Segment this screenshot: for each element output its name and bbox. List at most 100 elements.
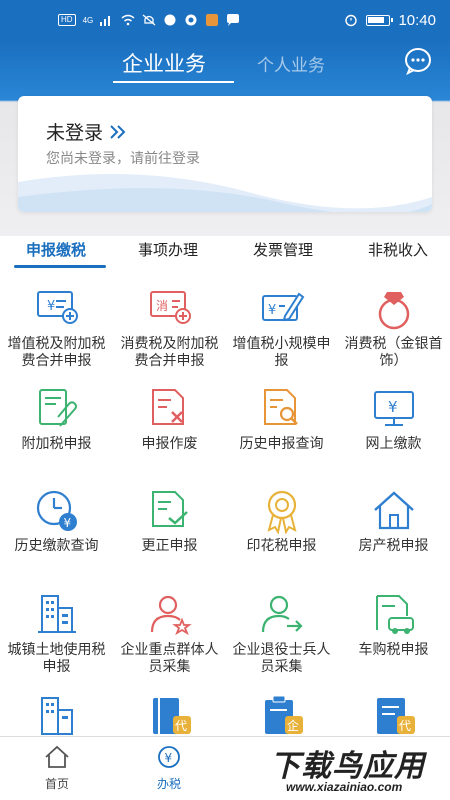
svg-text:¥: ¥	[388, 398, 398, 416]
tab-personal-business[interactable]: 个人业务	[257, 51, 325, 76]
svg-text:代: 代	[399, 719, 411, 733]
grid-item-label: 消费税（金银首饰）	[344, 335, 443, 368]
doc-dai-icon: 代	[376, 698, 415, 734]
grid-item-label: 印花税申报	[246, 537, 317, 553]
grid-item-label: 车购税申报	[358, 641, 429, 657]
section-tab-affairs[interactable]: 事项办理	[138, 239, 198, 260]
search-doc-icon	[263, 389, 298, 425]
grid-item-label: 房产税申报	[358, 537, 429, 553]
message-icon	[227, 14, 240, 26]
grid-item-label: 消费税及附加税费合并申报	[120, 335, 219, 368]
svg-text:¥: ¥	[165, 751, 173, 765]
grid-item-row5-2[interactable]: 代	[113, 694, 226, 736]
grid-item-key-group-collection[interactable]: 企业重点群体人员采集	[113, 592, 226, 675]
alarm-icon	[345, 14, 358, 27]
buildings-icon	[37, 595, 76, 633]
grid-item-property-tax[interactable]: 房产税申报	[337, 488, 450, 554]
person-arrow-icon	[261, 595, 303, 633]
section-tab-nontax[interactable]: 非税收入	[368, 239, 428, 260]
clock-yuan-icon: ¥	[36, 490, 77, 531]
status-bar: HD 4G 10:40	[0, 0, 450, 40]
void-doc-icon	[151, 389, 184, 425]
grid-item-label: 申报作废	[141, 435, 198, 451]
small-scale-form-icon: ¥	[261, 292, 304, 322]
tab-corporate-business[interactable]: 企业业务	[122, 48, 206, 78]
nav-home[interactable]: 首页	[27, 745, 87, 792]
award-ribbon-icon	[266, 490, 297, 534]
nav-tax-label: 办税	[156, 777, 181, 791]
section-tab-declare-pay[interactable]: 申报缴税	[26, 239, 86, 260]
double-chevron-right-icon	[110, 124, 126, 139]
grid-item-history-declaration[interactable]: 历史申报查询	[225, 386, 338, 452]
grid-item-consumption-jewelry[interactable]: 消费税（金银首饰）	[337, 286, 450, 369]
clock-time: 10:40	[398, 11, 436, 29]
bell-mute-icon	[142, 14, 156, 26]
book-dai-icon: 代	[152, 698, 191, 734]
grid-item-label: 增值税及附加税费合并申报	[7, 335, 106, 368]
login-card[interactable]: 未登录 您尚未登录，请前往登录	[18, 96, 432, 212]
hd-badge: HD	[58, 14, 76, 26]
consumption-form-icon: 消	[149, 291, 191, 324]
grid-item-label: 网上缴款	[365, 435, 422, 451]
correct-doc-icon	[151, 491, 188, 527]
svg-text:¥: ¥	[47, 299, 55, 314]
svg-text:代: 代	[175, 719, 187, 733]
grid-item-vat-combined[interactable]: ¥ 增值税及附加税费合并申报	[0, 286, 113, 369]
grid-item-vat-small-scale[interactable]: ¥ 增值税小规模申报	[225, 286, 338, 369]
tax-yuan-icon: ¥	[158, 746, 180, 768]
grid-item-stamp-duty[interactable]: 印花税申报	[225, 488, 338, 554]
signal-icon	[100, 16, 111, 26]
network-type: 4G	[82, 15, 94, 25]
grid-item-row5-4[interactable]: 代	[337, 694, 450, 736]
monitor-yuan-icon: ¥	[373, 391, 414, 426]
grid-item-veteran-collection[interactable]: 企业退役士兵人员采集	[225, 592, 338, 675]
clipboard-qi-icon: 企	[264, 695, 303, 734]
watermark-url: www.xiazainiao.com	[286, 780, 403, 794]
jewelry-ring-icon	[378, 292, 409, 330]
svg-text:企: 企	[287, 718, 299, 733]
svg-text:¥: ¥	[268, 303, 276, 318]
battery-icon	[366, 14, 394, 26]
app-notification-icon	[164, 14, 176, 26]
grid-item-surcharge[interactable]: 附加税申报	[0, 386, 113, 452]
grid-item-label: 企业退役士兵人员采集	[232, 641, 331, 674]
house-icon	[373, 491, 414, 530]
svg-text:¥: ¥	[63, 516, 71, 530]
attachment-doc-icon	[38, 389, 77, 427]
nav-tax[interactable]: ¥ 办税	[139, 745, 199, 792]
grid-item-correct-declaration[interactable]: 更正申报	[113, 488, 226, 554]
car-doc-icon	[375, 595, 414, 634]
decorative-wave	[18, 174, 432, 212]
grid-item-row5-3[interactable]: 企	[225, 694, 338, 736]
watermark-title: 下载鸟应用	[270, 750, 425, 783]
grid-item-row5-1[interactable]	[0, 694, 113, 736]
section-tab-indicator	[14, 265, 106, 268]
active-tab-indicator	[113, 81, 234, 83]
grid-item-void-declaration[interactable]: 申报作废	[113, 386, 226, 452]
person-star-icon	[150, 595, 192, 636]
vat-form-icon: ¥	[36, 291, 78, 324]
chat-bubble-icon[interactable]	[403, 46, 433, 76]
header: 企业业务 个人业务 未登录 您尚未登录，请前往登录	[0, 40, 450, 236]
home-icon	[45, 745, 69, 768]
grid-item-online-payment[interactable]: ¥ 网上缴款	[337, 386, 450, 452]
grid-item-urban-land-tax[interactable]: 城镇土地使用税申报	[0, 592, 113, 675]
service-grid: ¥ 增值税及附加税费合并申报 消 消费税及附加税费合并申报 ¥ 增值税小规模申报…	[0, 276, 450, 736]
buildings-icon	[40, 697, 73, 735]
app-notification-icon	[185, 14, 197, 26]
grid-item-consumption-combined[interactable]: 消 消费税及附加税费合并申报	[113, 286, 226, 369]
nav-home-label: 首页	[44, 777, 69, 791]
grid-item-history-payment[interactable]: ¥ 历史缴款查询	[0, 488, 113, 554]
section-tabs: 申报缴税 事项办理 发票管理 非税收入	[0, 236, 450, 276]
app-notification-icon	[206, 14, 219, 26]
svg-text:消: 消	[156, 299, 168, 313]
grid-item-label: 更正申报	[141, 537, 198, 553]
grid-item-label: 城镇土地使用税申报	[7, 641, 106, 674]
section-tab-invoice[interactable]: 发票管理	[253, 239, 313, 260]
watermark: 下载鸟应用 www.xiazainiao.com	[264, 737, 450, 800]
grid-item-label: 附加税申报	[21, 435, 92, 451]
grid-item-vehicle-purchase-tax[interactable]: 车购税申报	[337, 592, 450, 658]
grid-item-label: 增值税小规模申报	[232, 335, 331, 368]
grid-item-label: 历史缴款查询	[14, 537, 99, 553]
login-status-title: 未登录	[46, 123, 104, 144]
